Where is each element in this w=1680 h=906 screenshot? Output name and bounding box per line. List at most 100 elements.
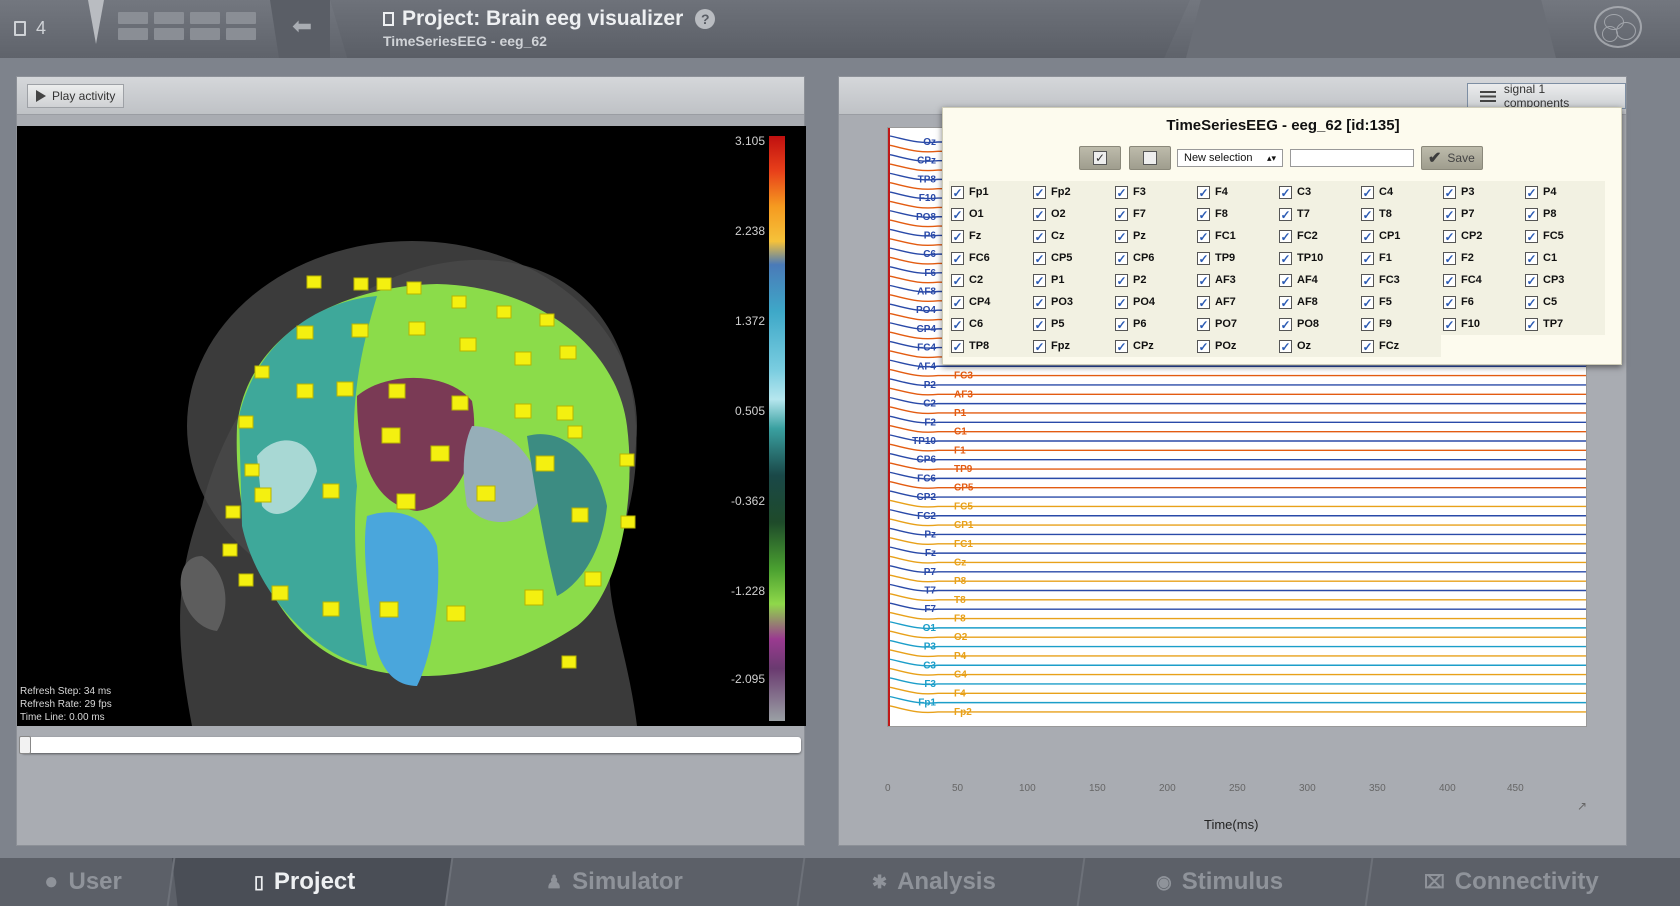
checkbox-checked-icon[interactable]: ✓ bbox=[1279, 339, 1292, 353]
channel-checkbox[interactable]: ✓ CP5 bbox=[1031, 247, 1113, 269]
checkbox-checked-icon[interactable]: ✓ bbox=[1525, 317, 1538, 331]
checkbox-checked-icon[interactable]: ✓ bbox=[1443, 185, 1456, 199]
checkbox-checked-icon[interactable]: ✓ bbox=[1361, 185, 1374, 199]
checkbox-checked-icon[interactable]: ✓ bbox=[1279, 185, 1292, 199]
checkbox-checked-icon[interactable]: ✓ bbox=[1197, 185, 1210, 199]
checkbox-checked-icon[interactable]: ✓ bbox=[951, 273, 964, 287]
channel-checkbox[interactable]: ✓ F6 bbox=[1441, 291, 1523, 313]
checkbox-checked-icon[interactable]: ✓ bbox=[1443, 273, 1456, 287]
channel-checkbox[interactable]: ✓ FC4 bbox=[1441, 269, 1523, 291]
checkbox-checked-icon[interactable]: ✓ bbox=[1525, 229, 1538, 243]
checkbox-checked-icon[interactable]: ✓ bbox=[1197, 317, 1210, 331]
channel-checkbox[interactable]: ✓ FC3 bbox=[1359, 269, 1441, 291]
channel-checkbox[interactable]: ✓ P2 bbox=[1113, 269, 1195, 291]
channel-checkbox[interactable]: ✓ CP1 bbox=[1359, 225, 1441, 247]
checkbox-checked-icon[interactable]: ✓ bbox=[1197, 229, 1210, 243]
checkbox-checked-icon[interactable]: ✓ bbox=[1443, 317, 1456, 331]
checkbox-checked-icon[interactable]: ✓ bbox=[1197, 339, 1210, 353]
checkbox-checked-icon[interactable]: ✓ bbox=[1033, 317, 1046, 331]
save-selection-button[interactable]: ✔ Save bbox=[1421, 146, 1483, 170]
channel-checkbox[interactable]: ✓ CP3 bbox=[1523, 269, 1605, 291]
channel-checkbox[interactable]: ✓ F3 bbox=[1113, 181, 1195, 203]
checkbox-checked-icon[interactable]: ✓ bbox=[1361, 229, 1374, 243]
channel-checkbox[interactable]: ✓ CP6 bbox=[1113, 247, 1195, 269]
checkbox-checked-icon[interactable]: ✓ bbox=[1033, 251, 1046, 265]
channel-checkbox[interactable]: ✓ T8 bbox=[1359, 203, 1441, 225]
channel-checkbox[interactable]: ✓ C3 bbox=[1277, 181, 1359, 203]
channel-checkbox[interactable]: ✓ F9 bbox=[1359, 313, 1441, 335]
checkbox-checked-icon[interactable]: ✓ bbox=[1033, 339, 1046, 353]
channel-checkbox[interactable]: ✓ AF4 bbox=[1277, 269, 1359, 291]
channel-checkbox[interactable]: ✓ CPz bbox=[1113, 335, 1195, 357]
channel-checkbox[interactable]: ✓ F5 bbox=[1359, 291, 1441, 313]
help-icon[interactable]: ? bbox=[695, 9, 716, 29]
checkbox-checked-icon[interactable]: ✓ bbox=[1279, 251, 1292, 265]
checkbox-checked-icon[interactable]: ✓ bbox=[1115, 207, 1128, 221]
checkbox-checked-icon[interactable]: ✓ bbox=[1279, 273, 1292, 287]
channel-checkbox[interactable]: ✓ P6 bbox=[1113, 313, 1195, 335]
channel-checkbox[interactable]: ✓ P8 bbox=[1523, 203, 1605, 225]
channel-checkbox[interactable]: ✓ C6 bbox=[949, 313, 1031, 335]
checkbox-checked-icon[interactable]: ✓ bbox=[1279, 295, 1292, 309]
checkbox-checked-icon[interactable]: ✓ bbox=[1033, 273, 1046, 287]
checkbox-checked-icon[interactable]: ✓ bbox=[1197, 295, 1210, 309]
channel-checkbox[interactable]: ✓ F7 bbox=[1113, 203, 1195, 225]
checkbox-checked-icon[interactable]: ✓ bbox=[1115, 317, 1128, 331]
play-activity-button[interactable]: Play activity bbox=[27, 84, 125, 108]
checkbox-checked-icon[interactable]: ✓ bbox=[1525, 273, 1538, 287]
checkbox-checked-icon[interactable]: ✓ bbox=[1033, 295, 1046, 309]
checkbox-checked-icon[interactable]: ✓ bbox=[951, 229, 964, 243]
checkbox-checked-icon[interactable]: ✓ bbox=[1115, 295, 1128, 309]
checkbox-checked-icon[interactable]: ✓ bbox=[1361, 207, 1374, 221]
channel-checkbox[interactable]: ✓ PO7 bbox=[1195, 313, 1277, 335]
time-slider[interactable] bbox=[19, 736, 801, 754]
channel-checkbox[interactable]: ✓ F1 bbox=[1359, 247, 1441, 269]
checkbox-checked-icon[interactable]: ✓ bbox=[1443, 251, 1456, 265]
checkbox-checked-icon[interactable]: ✓ bbox=[1525, 185, 1538, 199]
channel-checkbox[interactable]: ✓ PO4 bbox=[1113, 291, 1195, 313]
channel-checkbox[interactable]: ✓ C4 bbox=[1359, 181, 1441, 203]
channel-checkbox[interactable]: ✓ P5 bbox=[1031, 313, 1113, 335]
channel-checkbox[interactable]: ✓ Fpz bbox=[1031, 335, 1113, 357]
channel-checkbox[interactable]: ✓ Fp1 bbox=[949, 181, 1031, 203]
channel-checkbox[interactable]: ✓ P1 bbox=[1031, 269, 1113, 291]
checkbox-checked-icon[interactable]: ✓ bbox=[951, 185, 964, 199]
channel-checkbox[interactable]: ✓ C2 bbox=[949, 269, 1031, 291]
channel-checkbox[interactable]: ✓ TP9 bbox=[1195, 247, 1277, 269]
checkbox-checked-icon[interactable]: ✓ bbox=[951, 251, 964, 265]
select-none-button[interactable] bbox=[1129, 146, 1171, 170]
channel-checkbox[interactable]: ✓ F4 bbox=[1195, 181, 1277, 203]
channel-checkbox[interactable]: ✓ P3 bbox=[1441, 181, 1523, 203]
projects-grid-button[interactable] bbox=[118, 12, 258, 44]
checkbox-checked-icon[interactable]: ✓ bbox=[1033, 207, 1046, 221]
channel-checkbox[interactable]: ✓ FC6 bbox=[949, 247, 1031, 269]
channel-checkbox[interactable]: ✓ FCz bbox=[1359, 335, 1441, 357]
channel-checkbox[interactable]: ✓ CP4 bbox=[949, 291, 1031, 313]
channel-checkbox[interactable]: ✓ F8 bbox=[1195, 203, 1277, 225]
channel-checkbox[interactable]: ✓ AF8 bbox=[1277, 291, 1359, 313]
channel-checkbox[interactable]: ✓ TP8 bbox=[949, 335, 1031, 357]
channel-checkbox[interactable]: ✓ PO3 bbox=[1031, 291, 1113, 313]
channel-checkbox[interactable]: ✓ FC2 bbox=[1277, 225, 1359, 247]
checkbox-checked-icon[interactable]: ✓ bbox=[951, 339, 964, 353]
channel-checkbox[interactable]: ✓ CP2 bbox=[1441, 225, 1523, 247]
tab-stimulus[interactable]: ◉ Stimulus bbox=[1156, 858, 1283, 906]
tab-analysis[interactable]: ✱ Analysis bbox=[872, 858, 996, 906]
checkbox-checked-icon[interactable]: ✓ bbox=[1197, 207, 1210, 221]
tab-user[interactable]: ● User bbox=[44, 858, 122, 906]
checkbox-checked-icon[interactable]: ✓ bbox=[1279, 207, 1292, 221]
channel-checkbox[interactable]: ✓ POz bbox=[1195, 335, 1277, 357]
channel-checkbox[interactable]: ✓ O1 bbox=[949, 203, 1031, 225]
checkbox-checked-icon[interactable]: ✓ bbox=[1443, 207, 1456, 221]
selection-name-input[interactable] bbox=[1290, 149, 1414, 167]
checkbox-checked-icon[interactable]: ✓ bbox=[1115, 229, 1128, 243]
checkbox-checked-icon[interactable]: ✓ bbox=[1525, 207, 1538, 221]
channel-checkbox[interactable]: ✓ Fp2 bbox=[1031, 181, 1113, 203]
channel-checkbox[interactable]: ✓ F2 bbox=[1441, 247, 1523, 269]
tab-project[interactable]: ▯ Project bbox=[254, 858, 355, 906]
checkbox-checked-icon[interactable]: ✓ bbox=[1361, 317, 1374, 331]
channel-checkbox[interactable]: ✓ AF7 bbox=[1195, 291, 1277, 313]
checkbox-checked-icon[interactable]: ✓ bbox=[1525, 251, 1538, 265]
checkbox-checked-icon[interactable]: ✓ bbox=[1361, 251, 1374, 265]
checkbox-checked-icon[interactable]: ✓ bbox=[1361, 339, 1374, 353]
